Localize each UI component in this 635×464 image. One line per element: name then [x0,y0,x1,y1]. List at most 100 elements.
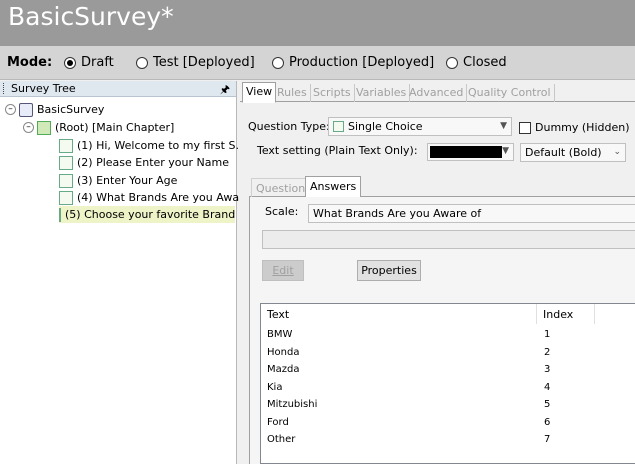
table-row[interactable]: Mazda 3 [261,362,635,379]
question-type-select[interactable]: Single Choice ▼ [328,117,512,136]
inner-tabs: Question Answers [249,175,635,198]
collapse-icon[interactable]: – [23,122,34,133]
tab-rules[interactable]: Rules [274,84,311,102]
single-choice-icon [333,121,344,132]
table-row[interactable]: BMW 1 [261,327,635,344]
tree-node-label: (1) Hi, Welcome to my first S... [77,139,246,152]
answer-text: Kia [267,382,283,393]
question-type-label: Question Type: [248,120,330,133]
tree-node-question-2[interactable]: (2) Please Enter your Name [59,154,229,171]
survey-tree-title: Survey Tree [11,82,76,95]
checkbox-icon[interactable] [519,121,531,134]
radio-unselected-icon[interactable] [136,56,148,69]
scale-label: Scale: [265,205,299,218]
table-row[interactable]: Kia 4 [261,380,635,397]
drag-grip-icon[interactable] [3,83,6,94]
tree-node-label: (3) Enter Your Age [77,174,178,187]
tree-node-label: BasicSurvey [37,103,105,116]
answer-index: 3 [544,364,551,375]
question-type-value: Single Choice [348,120,423,133]
tab-question[interactable]: Question [251,178,311,197]
tree-node-question-3[interactable]: (3) Enter Your Age [59,172,177,189]
text-style-value: Default (Bold) [525,146,602,159]
chapter-icon [37,120,51,135]
tree-node-label: (5) Choose your favorite Brand [65,208,236,221]
answer-text: Mitzubishi [267,399,318,410]
tree-node-label: (2) Please Enter your Name [77,156,229,169]
survey-tree-header: Survey Tree 🖈 [0,81,236,97]
tab-advanced[interactable]: Advanced [406,84,468,102]
table-row[interactable]: Other 7 [261,432,635,449]
grid-header: Text Index [261,304,635,324]
properties-button-label: Properties [361,264,417,277]
answers-grid: Text Index BMW 1 Honda 2 Mazda 3 Kia 4 M… [260,303,635,464]
properties-button[interactable]: Properties [357,260,421,281]
mode-radio-test[interactable]: Test [Deployed] [136,55,255,70]
tree-node-root[interactable]: – (Root) [Main Chapter] [23,119,174,136]
column-separator [536,304,537,324]
answer-text: Mazda [267,364,300,375]
tree-node-survey[interactable]: – BasicSurvey [5,101,104,118]
mode-radio-label: Draft [81,55,114,70]
edit-button[interactable]: Edit [262,260,304,281]
radio-unselected-icon[interactable] [272,56,284,69]
chevron-down-icon: ⌄ [613,147,621,157]
dummy-checkbox[interactable]: Dummy (Hidden) [519,121,630,134]
answer-index: 7 [544,434,551,445]
column-header-index[interactable]: Index [543,308,573,321]
answers-panel: Question Answers Scale: What Brands Are … [249,175,635,464]
answer-index: 6 [544,417,551,428]
tab-variables[interactable]: Variables [353,84,411,102]
mode-label: Mode: [7,55,53,70]
tab-quality-control[interactable]: Quality Control [465,84,555,102]
scale-description-input[interactable] [262,230,635,249]
answer-index: 2 [544,347,551,358]
mode-radio-closed[interactable]: Closed [446,55,507,70]
mode-radio-draft[interactable]: Draft [64,55,114,70]
column-separator [594,304,595,324]
answer-index: 1 [544,329,551,340]
radio-selected-icon[interactable] [64,56,76,69]
table-row[interactable]: Mitzubishi 5 [261,397,635,414]
mode-bar: Mode: Draft Test [Deployed] Production [… [0,46,635,80]
edit-button-label: Edit [272,264,294,277]
multiple-choice-icon [59,190,73,205]
single-choice-icon [59,207,61,222]
text-setting-label: Text setting (Plain Text Only): [257,144,418,157]
window-title: BasicSurvey* [8,2,174,31]
tree-node-question-1[interactable]: (1) Hi, Welcome to my first S... [59,137,246,154]
tab-view[interactable]: View [242,82,277,103]
title-bar: BasicSurvey* [0,0,635,46]
dummy-label: Dummy (Hidden) [535,121,630,134]
color-swatch [430,146,502,158]
answer-text: Ford [267,417,289,428]
question-editor: View Rules Scripts Variables Advanced Qu… [240,81,635,464]
survey-tree-panel: Survey Tree 🖈 – BasicSurvey – (Root) [Ma… [0,81,250,464]
answer-text: Honda [267,347,300,358]
text-style-select[interactable]: Default (Bold) ⌄ [520,143,626,162]
tree-node-label: (Root) [Main Chapter] [55,121,175,134]
mode-radio-production[interactable]: Production [Deployed] [272,55,434,70]
column-header-text[interactable]: Text [267,308,289,321]
editor-tabs: View Rules Scripts Variables Advanced Qu… [240,81,635,103]
table-row[interactable]: Ford 6 [261,415,635,432]
pin-icon[interactable]: 🖈 [220,81,230,100]
tab-scripts[interactable]: Scripts [310,84,355,102]
radio-unselected-icon[interactable] [446,56,458,69]
answer-text: Other [267,434,296,445]
answer-index: 5 [544,399,551,410]
pencil-icon [59,155,73,170]
numeric-input-icon [59,173,73,188]
tree-node-label: (4) What Brands Are you Awa... [77,191,250,204]
collapse-icon[interactable]: – [5,104,16,115]
tree-node-question-4[interactable]: (4) What Brands Are you Awa... [59,189,250,206]
scale-input[interactable]: What Brands Are you Aware of [308,204,635,223]
survey-icon [19,102,33,117]
tree-node-question-5[interactable]: (5) Choose your favorite Brand [59,206,235,223]
answer-index: 4 [544,382,551,393]
mode-radio-label: Test [Deployed] [153,55,255,70]
tab-answers[interactable]: Answers [305,176,362,198]
chevron-down-icon: ▼ [500,121,507,131]
text-color-picker[interactable]: ▼ [427,143,514,161]
table-row[interactable]: Honda 2 [261,345,635,362]
